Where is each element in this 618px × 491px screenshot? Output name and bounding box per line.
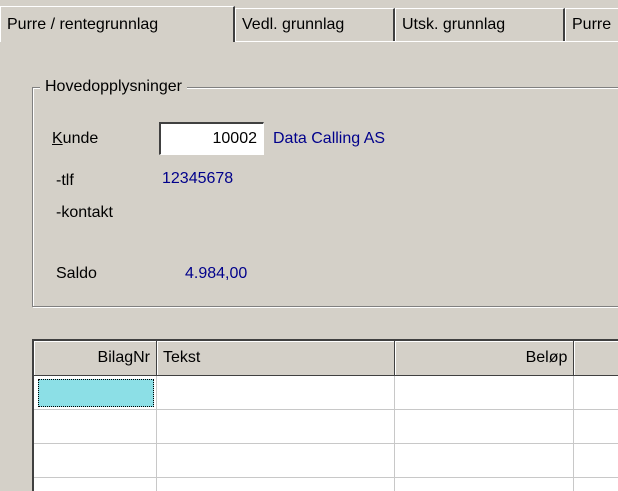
column-header-belop[interactable]: Beløp [395, 341, 574, 376]
kunde-label-rest: unde [63, 130, 99, 147]
grid-cell[interactable] [574, 444, 618, 478]
grid-cell[interactable] [574, 410, 618, 444]
grid-cell[interactable] [34, 444, 157, 478]
grid-cell[interactable] [157, 410, 395, 444]
grid-cell-selected[interactable] [34, 376, 157, 410]
grid-cell[interactable] [395, 478, 574, 491]
column-header-empty[interactable] [574, 341, 618, 376]
grid-cell[interactable] [574, 376, 618, 410]
tlf-value: 12345678 [162, 166, 233, 192]
bilag-grid[interactable]: BilagNr Tekst Beløp [32, 339, 618, 491]
grid-cell[interactable] [34, 478, 157, 491]
kunde-input[interactable]: 10002 [159, 122, 264, 155]
grid-cell[interactable] [157, 478, 395, 491]
kunde-label: Kunde [52, 125, 98, 153]
table-row[interactable] [34, 376, 618, 410]
grid-cell[interactable] [395, 410, 574, 444]
tab-utsk-grunnlag[interactable]: Utsk. grunnlag [395, 8, 565, 41]
tab-strip: Purre / rentegrunnlag Vedl. grunnlag Uts… [0, 0, 618, 42]
table-row[interactable] [34, 410, 618, 444]
tab-vedl-grunnlag[interactable]: Vedl. grunnlag [235, 8, 395, 41]
group-title: Hovedopplysninger [40, 73, 187, 101]
tlf-label: -tlf [56, 168, 74, 194]
grid-cell[interactable] [574, 478, 618, 491]
table-row[interactable] [34, 478, 618, 491]
hovedopplysninger-group [32, 87, 618, 307]
column-header-bilagnr[interactable]: BilagNr [34, 341, 157, 376]
kunde-name: Data Calling AS [273, 125, 385, 153]
saldo-value: 4.984,00 [185, 261, 247, 287]
saldo-label: Saldo [56, 261, 97, 287]
column-header-tekst[interactable]: Tekst [157, 341, 395, 376]
tab-purre-rentegrunnlag[interactable]: Purre / rentegrunnlag [0, 6, 235, 42]
grid-cell[interactable] [157, 444, 395, 478]
table-row[interactable] [34, 444, 618, 478]
grid-header-row: BilagNr Tekst Beløp [34, 341, 618, 376]
grid-cell[interactable] [34, 410, 157, 444]
kontakt-label: -kontakt [56, 200, 113, 226]
grid-cell[interactable] [395, 376, 574, 410]
selected-cell-focus [38, 379, 154, 407]
tab-purre[interactable]: Purre [565, 8, 618, 41]
kunde-label-accel: K [52, 130, 63, 147]
grid-cell[interactable] [395, 444, 574, 478]
grid-cell[interactable] [157, 376, 395, 410]
